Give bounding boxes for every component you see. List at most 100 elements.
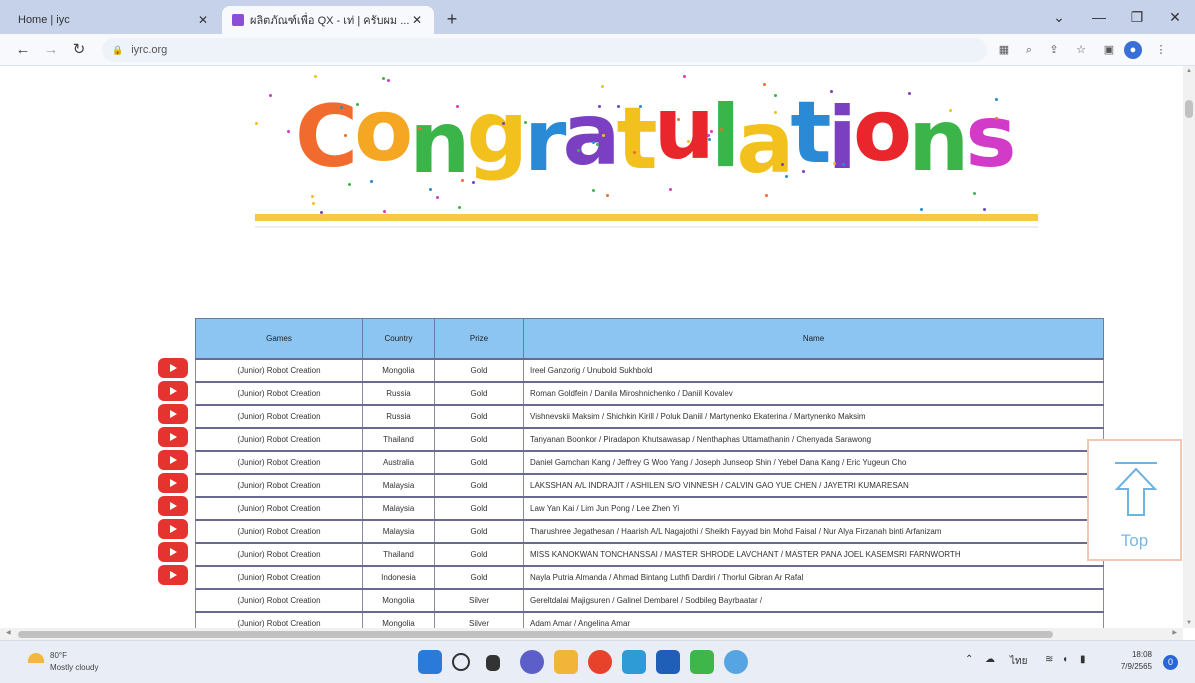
arrow-up-outline-icon [1114,462,1158,516]
clock[interactable]: 18:08 7/9/2565 [1112,649,1152,673]
clock-date: 7/9/2565 [1120,662,1152,671]
start-windows-icon[interactable] [418,650,442,674]
zoom-icon[interactable]: ⌕ [1020,41,1038,59]
reload-button[interactable]: ↻ [68,39,90,61]
taskbar: 80°F Mostly cloudy ⌃ ☁ ไทย ≋ ◖ ▮ 18:08 7… [0,640,1195,683]
confetti-dot [973,192,976,195]
play-video-icon[interactable] [158,565,188,585]
close-window-button[interactable]: ✕ [1156,6,1194,28]
wifi-icon[interactable]: ≋ [1045,654,1053,665]
tab-current[interactable]: ผลิตภัณฑ์เพื่อ QX - เท่ | ครับผม ... ✕ [222,6,434,34]
line-icon[interactable] [690,650,714,674]
banner-letter: t [790,83,831,183]
confetti-dot [669,188,672,191]
scroll-left-icon[interactable]: ◀ [6,629,11,636]
confetti-dot [502,122,505,125]
address-bar[interactable]: 🔒 iyrc.org [102,38,987,62]
cell-prize: Gold [434,495,524,520]
back-button[interactable]: ← [12,39,34,61]
cell-country: Malaysia [362,472,435,497]
confetti-dot [383,210,386,213]
file-explorer-icon[interactable] [554,650,578,674]
scrollbar-thumb[interactable] [18,631,1053,638]
cell-country: Thailand [362,541,435,566]
cell-prize: Gold [434,564,524,589]
play-video-icon[interactable] [158,519,188,539]
scroll-down-icon[interactable]: ▼ [1186,620,1192,626]
profile-avatar-icon[interactable]: ● [1124,41,1142,59]
new-tab-button[interactable]: + [440,8,464,32]
battery-icon[interactable]: ▮ [1080,654,1086,665]
confetti-dot [908,92,911,95]
cell-name: Tanyanan Boonkor / Piradapon Khutsawasap… [523,426,1104,451]
screen: Home | iyc ✕ ผลิตภัณฑ์เพื่อ QX - เท่ | ค… [0,0,1195,683]
bookmark-star-icon[interactable]: ☆ [1072,41,1090,59]
table-row: (Junior) Robot Creation Malaysia Gold LAKSS… [195,472,1104,497]
cell-name: Law Yan Kai / Lim Jun Pong / Lee Zhen Yi [523,495,1104,520]
play-video-icon[interactable] [158,473,188,493]
cell-name: Tharushree Jegathesan / Haarish A/L Naga… [523,518,1104,543]
confetti-dot [785,175,788,178]
table-row: (Junior) Robot Creation Mongolia Silver Ada… [195,610,1104,628]
chat-icon[interactable] [520,650,544,674]
back-to-top-button[interactable]: Top [1087,439,1182,561]
task-view-icon[interactable] [486,655,500,671]
banner-underline [255,214,1038,221]
notification-badge[interactable]: 0 [1163,655,1178,670]
menu-kebab-icon[interactable]: ⋮ [1152,41,1170,59]
search-icon[interactable] [452,653,470,671]
app-icon[interactable] [724,650,748,674]
confetti-dot [687,140,690,143]
confetti-dot [255,122,258,125]
translate-icon[interactable]: ▦ [995,41,1013,59]
restore-button[interactable]: ❐ [1118,6,1156,28]
close-icon[interactable]: ✕ [410,13,424,27]
header-country: Country [362,318,435,359]
table-row: (Junior) Robot Creation Russia Gold Roman G… [195,380,1104,405]
confetti-dot [833,162,836,165]
play-video-icon[interactable] [158,427,188,447]
vertical-scrollbar[interactable]: ▲ ▼ [1183,66,1195,628]
confetti-dot [781,163,784,166]
cell-game: (Junior) Robot Creation [195,610,363,628]
play-video-icon[interactable] [158,542,188,562]
forward-button[interactable]: → [40,39,62,61]
play-video-icon[interactable] [158,496,188,516]
word-icon[interactable] [656,650,680,674]
confetti-dot [765,194,768,197]
cell-name: MISS KANOKWAN TONCHANSSAI / MASTER SHROD… [523,541,1104,566]
banner-letter: i [827,89,858,189]
reading-list-icon[interactable]: ▣ [1100,41,1118,59]
minimize-button[interactable]: — [1080,6,1118,28]
banner-letter: s [965,87,1016,187]
tab-search-icon[interactable]: ⌄ [1040,6,1078,28]
cell-name: Ireel Ganzorig / Unubold Sukhbold [523,357,1104,382]
confetti-dot [774,94,777,97]
edge-icon[interactable] [622,650,646,674]
play-video-icon[interactable] [158,404,188,424]
tray-language[interactable]: ไทย [1010,654,1027,669]
weather-widget[interactable]: 80°F Mostly cloudy [28,649,148,677]
tab-home[interactable]: Home | iyc ✕ [8,6,220,34]
congratulations-word: Congratulations [295,72,1017,202]
close-icon[interactable]: ✕ [196,13,210,27]
tray-cloud-icon[interactable]: ☁ [985,654,995,665]
confetti-dot [370,180,373,183]
share-icon[interactable]: ⇪ [1045,41,1063,59]
scrollbar-thumb[interactable] [1185,100,1193,118]
horizontal-scrollbar[interactable]: ◀ ▶ [0,628,1183,640]
scroll-right-icon[interactable]: ▶ [1172,629,1177,636]
favicon-icon [232,14,244,26]
confetti-dot [429,188,432,191]
scroll-up-icon[interactable]: ▲ [1186,68,1192,74]
play-video-icon[interactable] [158,381,188,401]
play-video-icon[interactable] [158,450,188,470]
tray-chevron-icon[interactable]: ⌃ [965,654,973,665]
tab-title: ผลิตภัณฑ์เพื่อ QX - เท่ | ครับผม ... [250,15,410,27]
cell-country: Indonesia [362,564,435,589]
volume-icon[interactable]: ◖ [1062,654,1068,665]
lock-icon[interactable]: 🔒 [112,45,123,56]
chrome-icon[interactable] [588,650,612,674]
confetti-dot [983,208,986,211]
play-video-icon[interactable] [158,358,188,378]
